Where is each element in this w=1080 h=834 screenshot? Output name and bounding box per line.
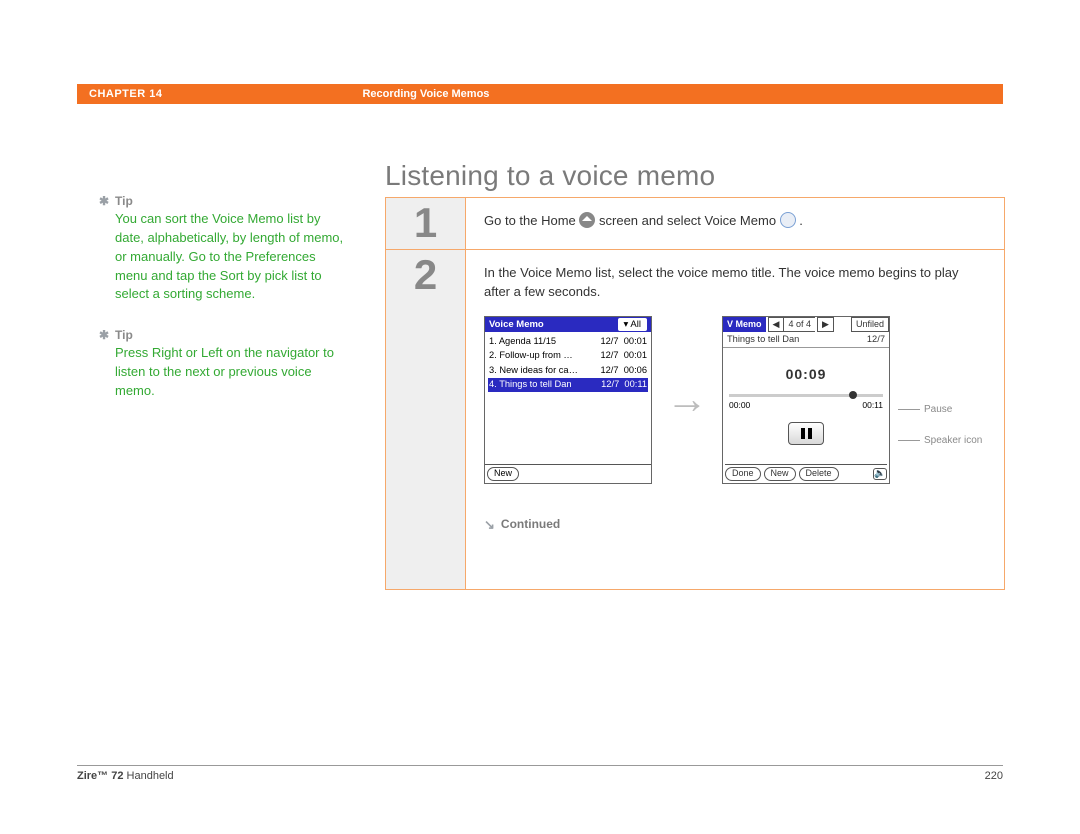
next-memo-button[interactable]: ▶ bbox=[817, 317, 834, 332]
step-row-2: 2 In the Voice Memo list, select the voi… bbox=[386, 249, 1004, 589]
voice-memo-icon bbox=[780, 212, 796, 228]
memo-date: 12/7 bbox=[867, 333, 885, 346]
annotation-leader-line bbox=[898, 409, 920, 410]
progress-thumb[interactable] bbox=[849, 391, 857, 399]
speaker-icon[interactable]: 🔈 bbox=[873, 468, 887, 480]
annotation: Speaker icon bbox=[898, 434, 982, 447]
screen-title: Voice Memo bbox=[489, 318, 544, 332]
memo-counter: 4 of 4 bbox=[784, 317, 815, 332]
annotation: Pause bbox=[898, 403, 982, 416]
tips-sidebar: Tip You can sort the Voice Memo list by … bbox=[115, 194, 350, 425]
voice-memo-list-screen: Voice Memo ▾ All 1. Agenda 11/15 12/7 00… bbox=[484, 316, 652, 484]
screen-title: V Memo bbox=[723, 317, 766, 332]
progress-labels: 00:00 00:11 bbox=[729, 399, 883, 411]
tip-heading: Tip bbox=[115, 194, 350, 208]
list-item-selected[interactable]: 4. Things to tell Dan 12/7 00:11 bbox=[488, 378, 648, 392]
tip-block: Tip Press Right or Left on the navigator… bbox=[115, 328, 350, 401]
product-name-rest: Handheld bbox=[123, 770, 173, 782]
product-name: Zire™ 72 Handheld bbox=[77, 770, 174, 782]
progress-track bbox=[729, 394, 883, 397]
step-number: 2 bbox=[386, 250, 466, 589]
home-icon bbox=[579, 212, 595, 228]
chapter-label: CHAPTER 14 bbox=[89, 88, 162, 100]
section-title: Recording Voice Memos bbox=[362, 88, 489, 100]
step-text: Go to the Home bbox=[484, 213, 579, 228]
step-text: screen and select Voice Memo bbox=[599, 213, 780, 228]
list-item[interactable]: 2. Follow-up from … 12/7 00:01 bbox=[488, 349, 648, 363]
page-title: Listening to a voice memo bbox=[385, 160, 715, 192]
category-picker[interactable]: Unfiled bbox=[851, 317, 889, 332]
new-button[interactable]: New bbox=[764, 467, 796, 481]
category-filter[interactable]: ▾ All bbox=[618, 318, 647, 332]
pause-icon bbox=[808, 428, 812, 439]
list-item[interactable]: 3. New ideas for ca… 12/7 00:06 bbox=[488, 363, 648, 377]
pause-icon bbox=[801, 428, 805, 439]
annotation-group: Pause Speaker icon bbox=[898, 353, 982, 447]
memo-info-row: Things to tell Dan 12/7 bbox=[723, 332, 889, 348]
annotation-label: Pause bbox=[924, 403, 952, 416]
steps-panel: 1 Go to the Home screen and select Voice… bbox=[385, 197, 1005, 590]
screenshots-group: Voice Memo ▾ All 1. Agenda 11/15 12/7 00… bbox=[484, 316, 988, 484]
new-button[interactable]: New bbox=[487, 467, 519, 481]
chapter-header: CHAPTER 14 Recording Voice Memos bbox=[77, 84, 1003, 104]
memo-list: 1. Agenda 11/15 12/7 00:01 2. Follow-up … bbox=[485, 332, 651, 464]
continued-label: Continued bbox=[501, 516, 560, 533]
done-button[interactable]: Done bbox=[725, 467, 761, 481]
page-footer: Zire™ 72 Handheld 220 bbox=[77, 765, 1003, 782]
progress-bar[interactable]: 00:00 00:11 bbox=[729, 394, 883, 411]
tip-block: Tip You can sort the Voice Memo list by … bbox=[115, 194, 350, 304]
voice-memo-playback-screen: V Memo ◀ 4 of 4 ▶ Unfiled Things to tell… bbox=[722, 316, 890, 484]
annotation-leader-line bbox=[898, 440, 920, 441]
step-row-1: 1 Go to the Home screen and select Voice… bbox=[386, 198, 1004, 249]
annotation-label: Speaker icon bbox=[924, 434, 982, 447]
playback-timer: 00:09 bbox=[723, 364, 889, 384]
step-body: Go to the Home screen and select Voice M… bbox=[466, 198, 1004, 249]
end-time: 00:11 bbox=[862, 399, 883, 411]
product-name-bold: Zire™ 72 bbox=[77, 770, 123, 782]
list-item[interactable]: 1. Agenda 11/15 12/7 00:01 bbox=[488, 334, 648, 348]
step-body: In the Voice Memo list, select the voice… bbox=[466, 250, 1004, 589]
arrow-right-icon: → bbox=[666, 369, 708, 430]
tip-heading: Tip bbox=[115, 328, 350, 342]
delete-button[interactable]: Delete bbox=[799, 467, 839, 481]
screen-footer: Done New Delete 🔈 bbox=[725, 464, 887, 481]
screen-titlebar: Voice Memo ▾ All bbox=[485, 317, 651, 333]
memo-name: Things to tell Dan bbox=[727, 333, 799, 346]
tip-body: Press Right or Left on the navigator to … bbox=[115, 344, 350, 401]
screen-titlebar: V Memo ◀ 4 of 4 ▶ Unfiled bbox=[723, 317, 889, 332]
prev-memo-button[interactable]: ◀ bbox=[768, 317, 785, 332]
pause-button[interactable] bbox=[788, 422, 824, 445]
start-time: 00:00 bbox=[729, 399, 750, 411]
step-text: . bbox=[799, 213, 803, 228]
page-number: 220 bbox=[985, 770, 1003, 782]
tip-body: You can sort the Voice Memo list by date… bbox=[115, 210, 350, 304]
screen-footer: New bbox=[485, 464, 651, 483]
step-number: 1 bbox=[386, 198, 466, 249]
continued-indicator: Continued bbox=[484, 516, 988, 535]
step-intro: In the Voice Memo list, select the voice… bbox=[484, 264, 988, 302]
